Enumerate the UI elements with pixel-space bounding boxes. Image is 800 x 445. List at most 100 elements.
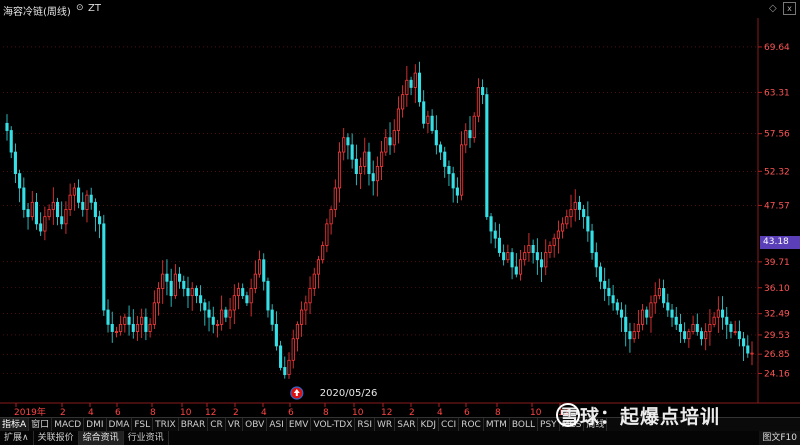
y-tick-label: 24.16 [764, 369, 790, 379]
candle-body [241, 288, 245, 297]
indicator-tab[interactable]: WR [375, 418, 396, 432]
candle-body [173, 273, 177, 297]
indicator-tab[interactable]: OBV [243, 418, 268, 432]
candle-body [34, 201, 39, 225]
candle-body [619, 309, 624, 318]
candle-body [342, 137, 346, 153]
indicator-tab[interactable]: VR [226, 418, 244, 432]
watermark: 雪球：起爆点培训 [560, 406, 721, 428]
indicator-tab[interactable]: ASI [267, 418, 287, 432]
candle-body [308, 288, 312, 304]
candle-body [5, 122, 9, 131]
indicator-tab[interactable]: EMV [287, 418, 312, 432]
indicator-tab[interactable]: KDJ [418, 418, 439, 432]
indicator-tab[interactable]: MACD [52, 418, 85, 432]
indicator-tab[interactable]: CR [208, 418, 226, 432]
candle-body [266, 280, 270, 311]
indicator-tab[interactable]: 窗口 [29, 418, 53, 432]
candle-body [375, 166, 379, 182]
candle-body [451, 173, 455, 189]
candle-body [388, 137, 392, 146]
bottom-tab[interactable]: 扩展∧ [0, 431, 34, 445]
candle-body [510, 252, 514, 268]
f10-tab[interactable]: 图文F10 [759, 431, 800, 445]
indicator-tab[interactable]: DMA [107, 418, 133, 432]
indicator-tab[interactable]: RSI [355, 418, 376, 432]
candle-body [22, 187, 26, 210]
candle-body [203, 302, 207, 311]
candle-body [603, 280, 607, 289]
candle-body [321, 244, 325, 261]
indicator-tab[interactable]: BRAR [179, 418, 209, 432]
candle-body [165, 273, 169, 282]
candle-body [556, 230, 560, 239]
candle-body [354, 158, 358, 175]
candle-body [194, 288, 198, 297]
candle-body [371, 173, 375, 182]
candle-body [472, 115, 476, 139]
bottom-tab[interactable]: 综合资讯 [78, 431, 124, 445]
candle-body [85, 194, 89, 210]
candle-body [590, 230, 594, 253]
indicator-tab[interactable]: VOL-TDX [311, 418, 356, 432]
candle-body [253, 273, 257, 289]
candle-body [455, 187, 459, 196]
candle-body [582, 209, 586, 218]
candlestick-chart[interactable]: 69.64 63.31 57.56 52.32 47.57 39.71 36.10 32.49… [0, 0, 800, 417]
indicator-tab[interactable]: MTM [484, 418, 510, 432]
indicator-tab[interactable]: SAR [395, 418, 419, 432]
candle-body [586, 216, 590, 232]
candle-body [632, 331, 636, 340]
candle-body [704, 331, 708, 340]
candle-body [417, 72, 422, 103]
candle-body [426, 115, 430, 124]
candle-body [729, 323, 733, 332]
candle-body [481, 87, 485, 96]
candle-body [144, 316, 148, 332]
candle-body [476, 87, 480, 117]
current-price-tag: 43.18 [760, 236, 800, 249]
candle-body [422, 101, 426, 124]
candle-body [409, 79, 413, 88]
candle-body [43, 216, 47, 232]
candle-body [573, 201, 577, 210]
candle-body [742, 338, 746, 347]
x-tick-label: 2019年 [14, 406, 46, 417]
candle-body [236, 288, 241, 297]
candle-body [607, 288, 611, 297]
candle-body [628, 331, 632, 340]
bottom-tab[interactable]: 行业资讯 [124, 431, 169, 445]
candle-body [131, 323, 135, 332]
candle-body [350, 144, 354, 160]
candle-body [39, 223, 43, 232]
indicator-tab[interactable]: FSL [132, 418, 154, 432]
indicator-tab[interactable]: 指标A [0, 418, 30, 432]
candle-body [312, 273, 316, 289]
candle-body [514, 266, 518, 275]
candle-body [678, 323, 683, 332]
indicator-tab[interactable]: ROC [459, 418, 484, 432]
candle-body [279, 345, 283, 368]
candle-body [746, 345, 750, 354]
candle-body [565, 216, 569, 225]
candle-body [274, 323, 278, 347]
candle-body [182, 280, 186, 289]
candle-body [291, 338, 295, 361]
candle-body [430, 115, 434, 131]
candle-body [460, 144, 464, 196]
candle-body [527, 244, 531, 253]
candle-body [64, 209, 68, 225]
candle-body [295, 323, 299, 340]
candle-body [359, 166, 363, 174]
bottom-tab-bar: 扩展∧ 关联报价 综合资讯 行业资讯 [0, 431, 800, 445]
indicator-tab[interactable]: DMI [84, 418, 107, 432]
indicator-tab[interactable]: BOLL [510, 418, 539, 432]
indicator-tab[interactable]: CCI [439, 418, 460, 432]
candle-body [396, 108, 400, 131]
candle-body [363, 151, 367, 167]
candle-body [531, 244, 535, 253]
candle-body [337, 151, 342, 189]
bottom-tab[interactable]: 关联报价 [34, 431, 79, 445]
candle-body [683, 331, 687, 340]
indicator-tab[interactable]: TRIX [153, 418, 179, 432]
